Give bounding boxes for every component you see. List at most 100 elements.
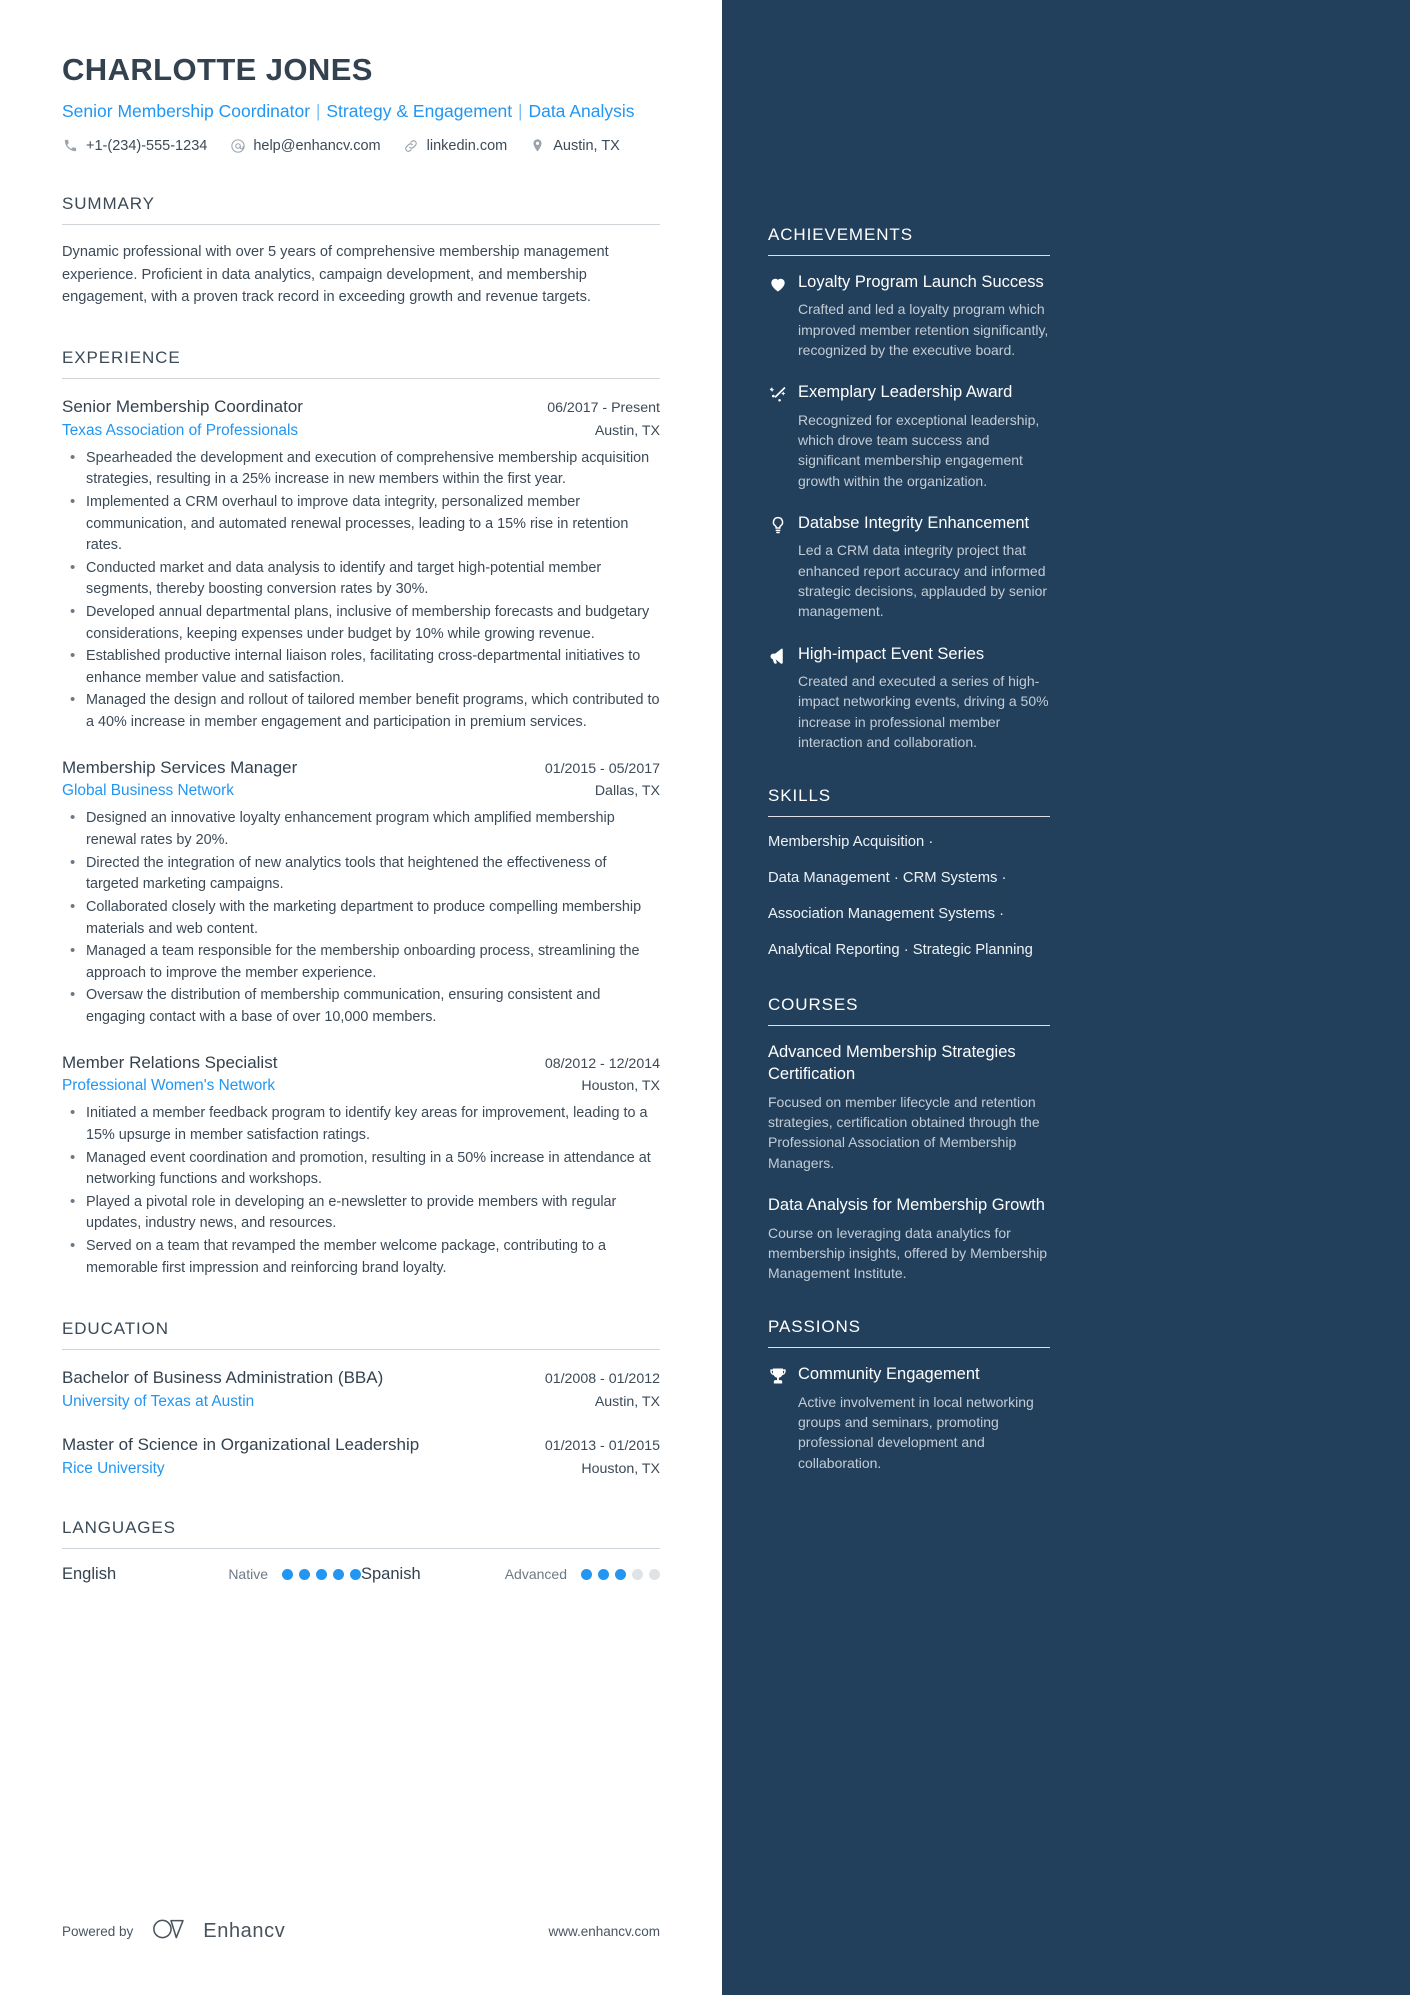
experience-company[interactable]: Global Business Network [62,782,234,800]
right-sidebar: ACHIEVEMENTS Loyalty Program Launch Succ… [722,0,1410,1995]
divider [768,1025,1050,1027]
list-item: Developed annual departmental plans, inc… [62,601,660,645]
enhancv-wordmark: Enhancv [203,1920,286,1942]
email-icon [229,137,246,154]
experience-date: 01/2015 - 05/2017 [544,760,660,777]
section-education: EDUCATION Bachelor of Business Administr… [62,1319,660,1478]
experience-company[interactable]: Texas Association of Professionals [62,422,298,440]
education-location: Houston, TX [581,1460,660,1477]
course-item: Data Analysis for Membership Growth Cour… [768,1195,1050,1284]
education-heading: EDUCATION [62,1319,169,1339]
experience-date: 08/2012 - 12/2014 [544,1055,660,1072]
language-rating-dots [581,1568,660,1580]
megaphone-icon [768,644,798,753]
lightbulb-icon [768,513,798,622]
trophy-icon [768,1364,798,1473]
rating-dot [282,1568,293,1580]
course-description: Course on leveraging data analytics for … [768,1224,1048,1282]
experience-company[interactable]: Professional Women's Network [62,1077,275,1095]
education-school[interactable]: University of Texas at Austin [62,1393,254,1411]
contact-phone[interactable]: +1-(234)-555-1234 [62,137,207,154]
contact-location-text: Austin, TX [553,137,620,154]
experience-location: Dallas, TX [594,783,660,800]
left-column: CHARLOTTE JONES Senior Membership Coordi… [0,0,722,1995]
website-url[interactable]: www.enhancv.com [548,1924,660,1939]
rating-dot [581,1568,592,1580]
language-level: Advanced [504,1566,567,1583]
achievement-description: Recognized for exceptional leadership, w… [798,411,1040,489]
course-title: Data Analysis for Membership Growth [768,1195,1045,1214]
experience-entry: Senior Membership Coordinator 06/2017 - … [62,395,660,734]
location-pin-icon [529,137,546,154]
education-degree: Bachelor of Business Administration (BBA… [62,1368,384,1388]
contact-phone-text: +1-(234)-555-1234 [86,137,208,154]
course-title: Advanced Membership Strategies Certifica… [768,1043,1016,1083]
headline-part-3: Data Analysis [528,100,635,121]
language-name: English [62,1564,117,1583]
list-item: Managed a team responsible for the membe… [62,940,660,984]
passion-title: Community Engagement [798,1365,980,1384]
section-achievements: ACHIEVEMENTS Loyalty Program Launch Succ… [768,225,1050,752]
list-item: Conducted market and data analysis to id… [62,557,660,601]
enhancv-logo-icon [151,1916,193,1947]
list-item: Played a pivotal role in developing an e… [62,1191,660,1235]
contact-email-text: help@enhancv.com [253,137,381,154]
resume-page: CHARLOTTE JONES Senior Membership Coordi… [0,0,1410,1995]
education-degree: Master of Science in Organizational Lead… [62,1435,420,1455]
sparkle-arrow-icon [768,382,798,491]
achievement-title: Databse Integrity Enhancement [798,513,1030,532]
divider [768,816,1050,818]
achievement-title: Exemplary Leadership Award [798,383,1013,402]
powered-by-block: Powered by Enhancv [62,1916,285,1947]
achievements-heading: ACHIEVEMENTS [768,225,913,244]
section-courses: COURSES Advanced Membership Strategies C… [768,995,1050,1283]
achievement-title: Loyalty Program Launch Success [798,273,1044,291]
education-date: 01/2008 - 01/2012 [544,1371,660,1388]
experience-entry: Membership Services Manager 01/2015 - 05… [62,756,660,1029]
list-item: Designed an innovative loyalty enhanceme… [62,807,660,851]
list-item: Established productive internal liaison … [62,645,660,689]
list-item: Directed the integration of new analytic… [62,852,660,896]
list-item: Implemented a CRM overhaul to improve da… [62,491,660,557]
education-date: 01/2013 - 01/2015 [544,1438,660,1455]
contact-email[interactable]: help@enhancv.com [229,137,381,154]
courses-heading: COURSES [768,995,859,1015]
experience-role: Senior Membership Coordinator [62,396,303,416]
heart-icon [768,272,798,360]
achievement-item: Exemplary Leadership Award Recognized fo… [768,382,1050,491]
divider [768,255,1050,256]
list-item: Managed the design and rollout of tailor… [62,689,660,733]
course-description: Focused on member lifecycle and retentio… [768,1093,1040,1171]
divider [62,1349,660,1351]
enhancv-brand: Enhancv [151,1916,285,1947]
experience-date: 06/2017 - Present [547,399,660,416]
list-item: Initiated a member feedback program to i… [62,1102,660,1146]
achievement-description: Created and executed a series of high-im… [798,673,1049,750]
headline-part-1: Senior Membership Coordinator [62,100,311,121]
list-item: Managed event coordination and promotion… [62,1147,660,1191]
contact-row: +1-(234)-555-1234 help@enhancv.com linke… [62,137,660,154]
contact-linkedin[interactable]: linkedin.com [403,137,508,154]
section-skills: SKILLS Membership Acquisition · Data Man… [768,786,1050,961]
section-summary: SUMMARY Dynamic professional with over 5… [62,194,660,308]
headline-separator-2: | [518,100,523,121]
language-level: Native [228,1566,268,1583]
experience-bullets: Initiated a member feedback program to i… [62,1102,660,1279]
rating-dot [649,1568,660,1580]
languages-row: English Native Spanish Advanced [62,1565,660,1584]
footer: Powered by Enhancv www.enhancv.com [62,1916,660,1947]
headline-separator-1: | [315,100,321,121]
achievement-item: Databse Integrity Enhancement Led a CRM … [768,513,1050,622]
phone-icon [62,137,79,154]
course-item: Advanced Membership Strategies Certifica… [768,1042,1050,1173]
headline-part-2: Strategy & Engagement [326,100,513,121]
education-entry: Bachelor of Business Administration (BBA… [62,1366,660,1411]
contact-linkedin-text: linkedin.com [426,137,508,154]
skill-line: Data Management · CRM Systems · [768,870,1007,887]
skill-line: Association Management Systems · [768,906,1005,923]
skills-heading: SKILLS [768,786,832,806]
section-experience: EXPERIENCE Senior Membership Coordinator… [62,348,660,1279]
languages-heading: LANGUAGES [62,1517,176,1537]
divider [62,1547,660,1549]
education-school[interactable]: Rice University [62,1460,165,1478]
